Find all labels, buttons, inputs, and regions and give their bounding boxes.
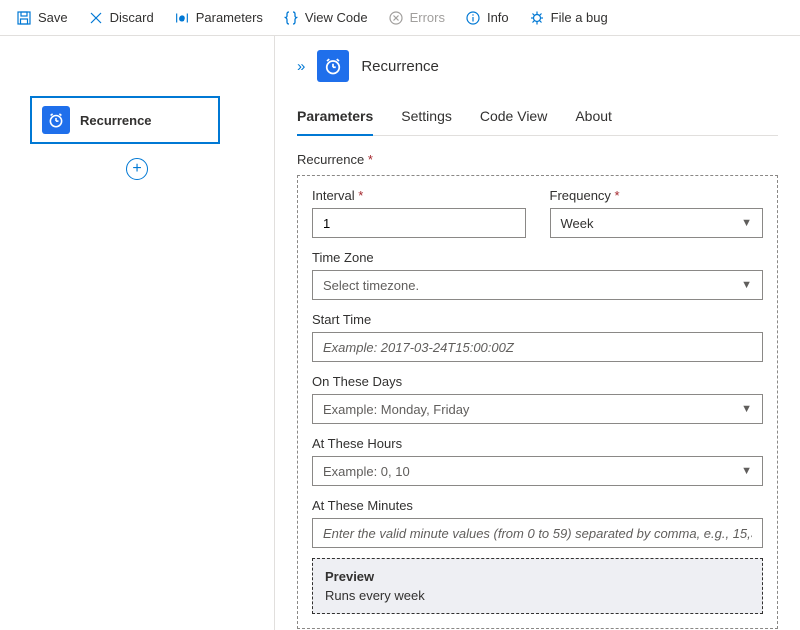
detail-header: » Recurrence [297,50,778,82]
interval-label: Interval [312,188,526,203]
detail-title: Recurrence [361,58,439,75]
main-area: Recurrence + » Recurrence Parameters Set… [0,36,800,630]
at-minutes-label: At These Minutes [312,498,763,513]
at-hours-label: At These Hours [312,436,763,451]
view-code-label: View Code [305,10,368,25]
timezone-label: Time Zone [312,250,763,265]
detail-panel: » Recurrence Parameters Settings Code Vi… [275,36,800,630]
recurrence-node[interactable]: Recurrence [30,96,220,144]
add-step-button[interactable]: + [126,158,148,180]
parameters-icon: @ [174,10,190,26]
errors-button: Errors [380,6,453,30]
detail-tabs: Parameters Settings Code View About [297,100,778,136]
save-label: Save [38,10,68,25]
info-icon [465,10,481,26]
tab-parameters[interactable]: Parameters [297,100,373,136]
file-bug-button[interactable]: File a bug [521,6,616,30]
preview-body: Runs every week [325,588,750,603]
recurrence-form: Interval Frequency Week ▼ Time Zone Sele [297,175,778,629]
at-minutes-input[interactable] [312,518,763,548]
on-days-select[interactable]: Example: Monday, Friday ▼ [312,394,763,424]
tab-settings[interactable]: Settings [401,100,452,135]
preview-title: Preview [325,569,750,584]
frequency-label: Frequency [550,188,764,203]
collapse-icon[interactable]: » [297,58,305,75]
save-icon [16,10,32,26]
parameters-label: Parameters [196,10,263,25]
start-time-label: Start Time [312,312,763,327]
at-hours-placeholder: Example: 0, 10 [323,464,410,479]
preview-box: Preview Runs every week [312,558,763,614]
save-button[interactable]: Save [8,6,76,30]
at-minutes-input-el[interactable] [323,526,752,541]
interval-input[interactable] [312,208,526,238]
bug-icon [529,10,545,26]
chevron-down-icon: ▼ [741,465,752,477]
braces-icon [283,10,299,26]
on-days-placeholder: Example: Monday, Friday [323,402,469,417]
view-code-button[interactable]: View Code [275,6,376,30]
parameters-button[interactable]: @ Parameters [166,6,271,30]
discard-label: Discard [110,10,154,25]
error-icon [388,10,404,26]
tab-code-view[interactable]: Code View [480,100,547,135]
workflow-canvas: Recurrence + [0,36,275,630]
chevron-down-icon: ▼ [741,217,752,229]
svg-text:@: @ [179,15,184,21]
section-label: Recurrence [297,152,778,167]
info-button[interactable]: Info [457,6,517,30]
discard-button[interactable]: Discard [80,6,162,30]
chevron-down-icon: ▼ [741,403,752,415]
info-label: Info [487,10,509,25]
timezone-placeholder: Select timezone. [323,278,419,293]
timezone-select[interactable]: Select timezone. ▼ [312,270,763,300]
chevron-down-icon: ▼ [741,279,752,291]
frequency-value: Week [561,216,594,231]
plus-icon: + [132,161,141,177]
interval-input-el[interactable] [323,216,515,231]
discard-icon [88,10,104,26]
clock-icon [42,106,70,134]
clock-icon [317,50,349,82]
errors-label: Errors [410,10,445,25]
toolbar: Save Discard @ Parameters View Code Erro… [0,0,800,36]
start-time-input-el[interactable] [323,340,752,355]
tab-about[interactable]: About [575,100,612,135]
on-days-label: On These Days [312,374,763,389]
frequency-select[interactable]: Week ▼ [550,208,764,238]
at-hours-select[interactable]: Example: 0, 10 ▼ [312,456,763,486]
start-time-input[interactable] [312,332,763,362]
file-bug-label: File a bug [551,10,608,25]
node-label: Recurrence [80,113,152,128]
